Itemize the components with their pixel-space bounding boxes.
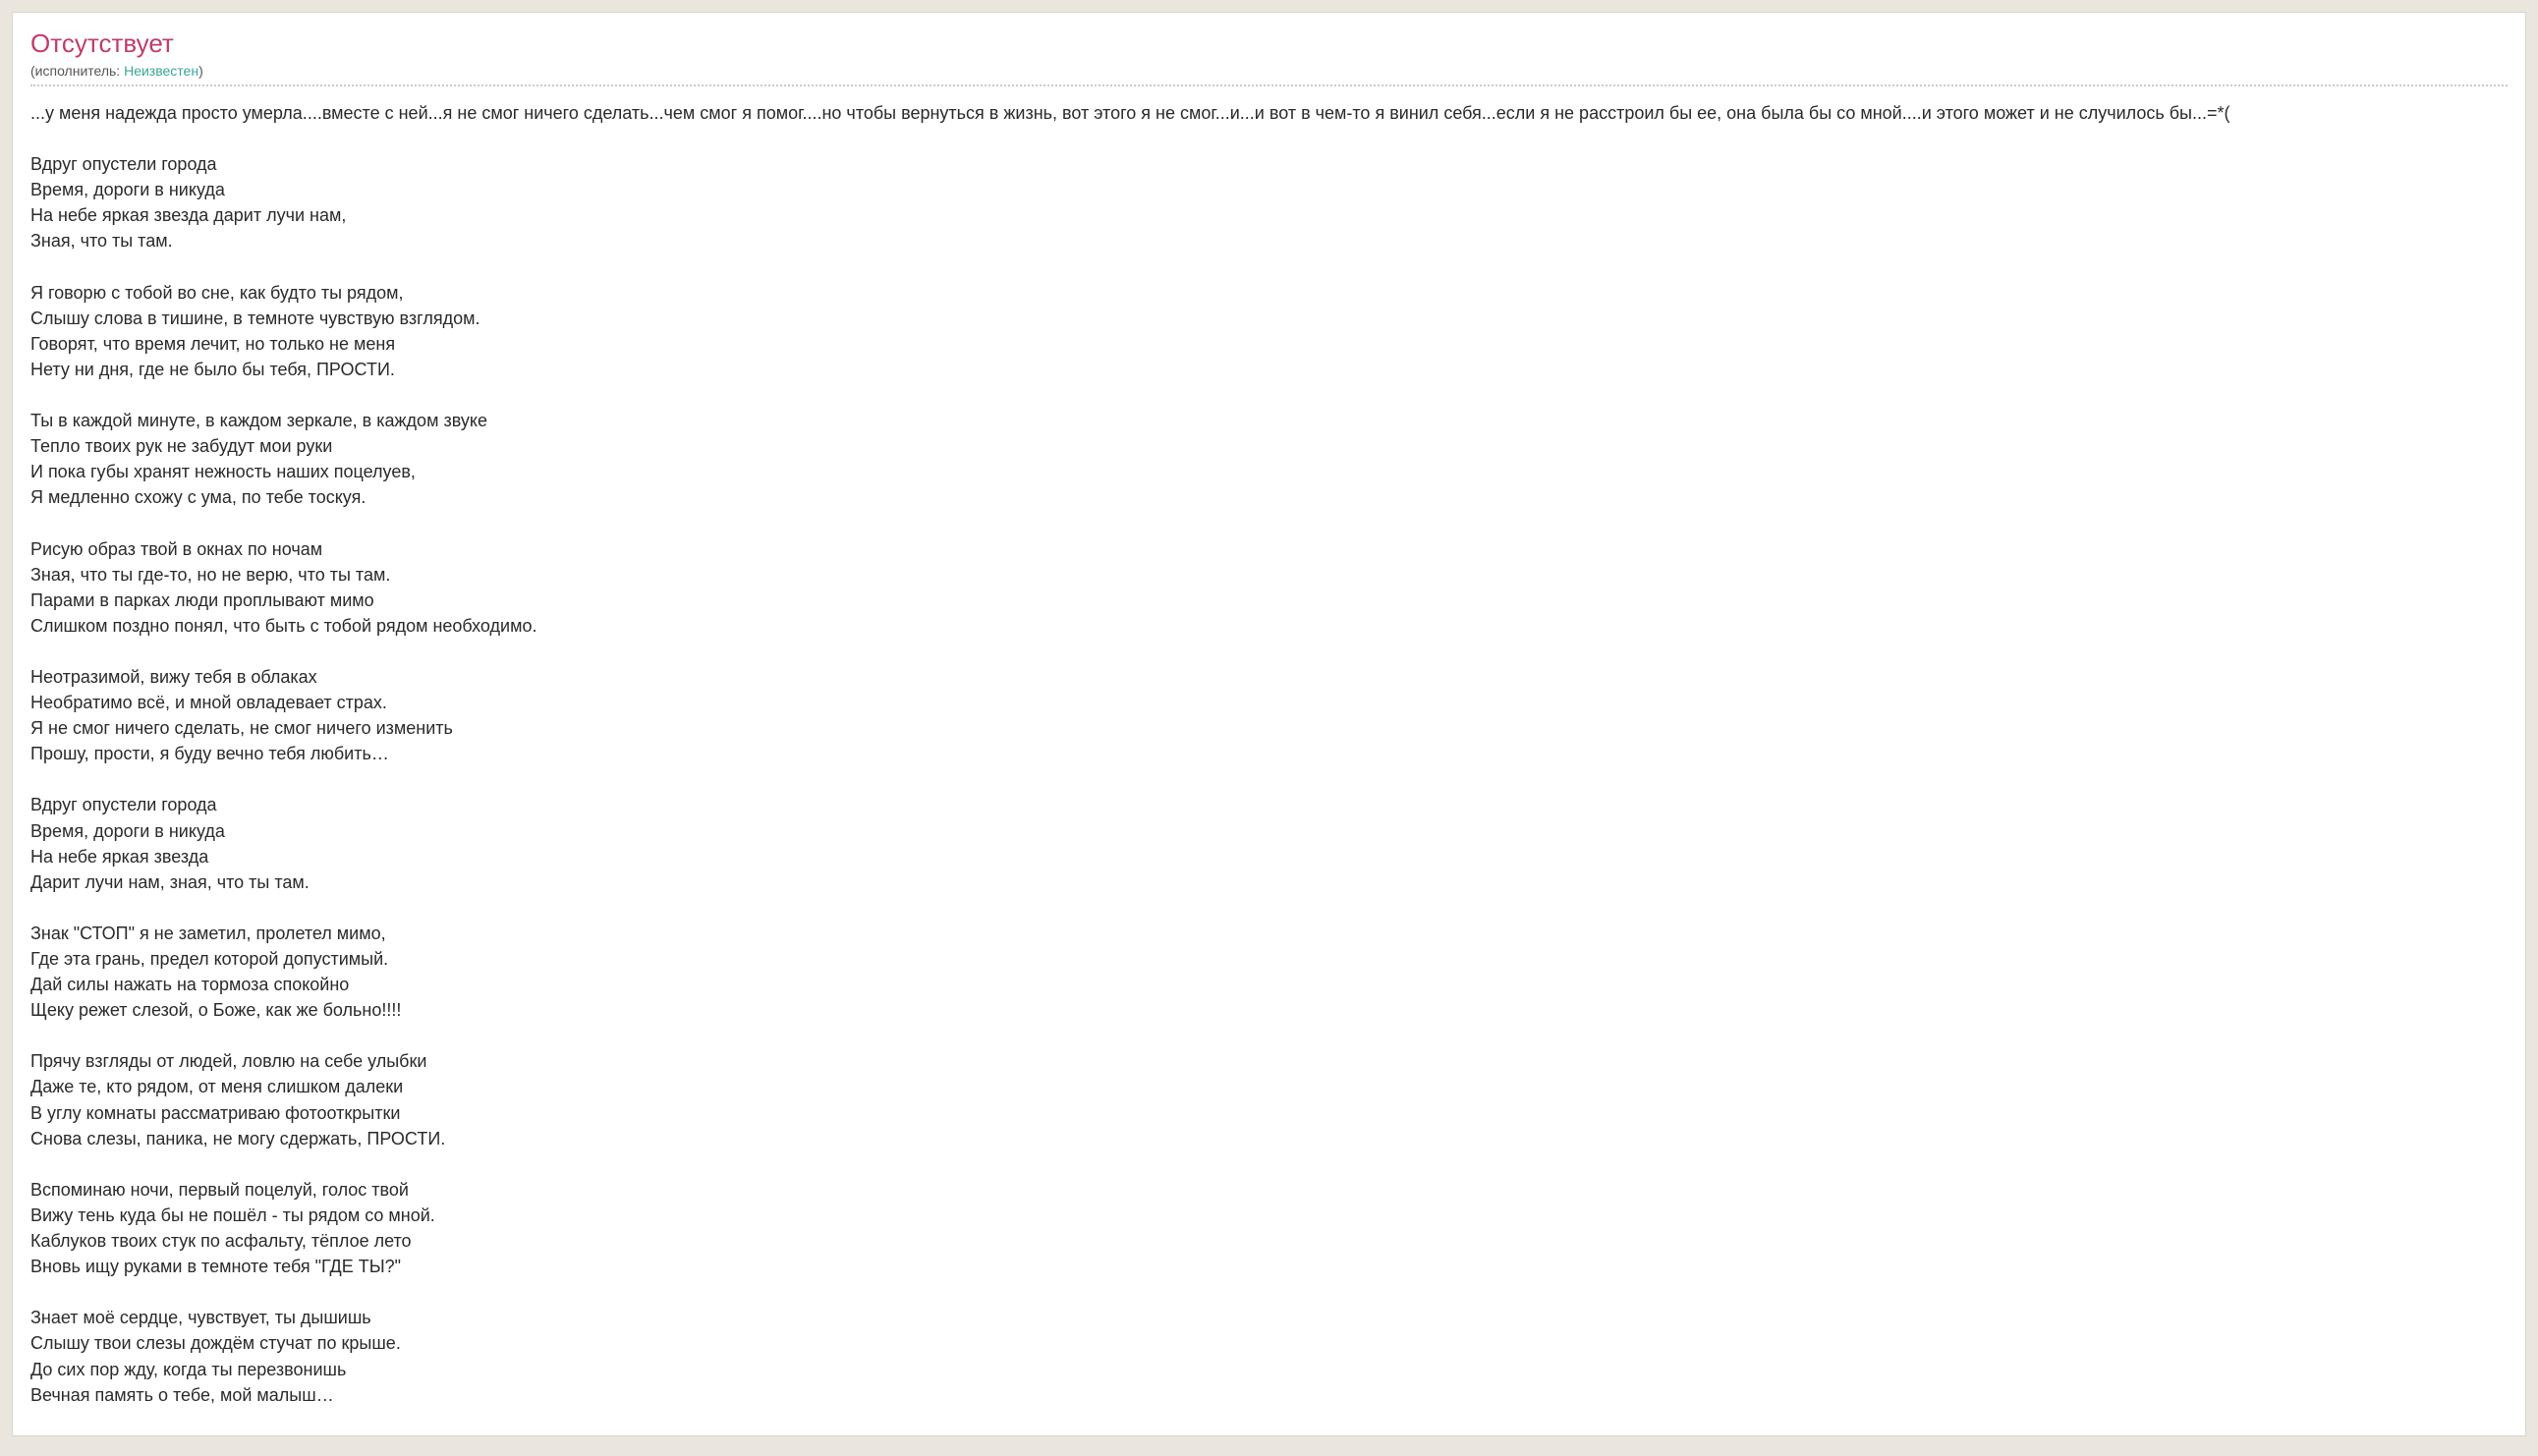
byline-suffix: ): [198, 63, 203, 79]
song-title: Отсутствует: [30, 28, 2508, 59]
intro-text: ...у меня надежда просто умерла....вмест…: [30, 100, 2508, 126]
lyrics-body: Вдруг опустели города Время, дороги в ни…: [30, 151, 2508, 1408]
content-panel: Отсутствует (исполнитель: Неизвестен) ..…: [12, 12, 2526, 1436]
byline: (исполнитель: Неизвестен): [30, 63, 2508, 86]
artist-link[interactable]: Неизвестен: [124, 63, 198, 79]
byline-prefix: (исполнитель:: [30, 63, 124, 79]
